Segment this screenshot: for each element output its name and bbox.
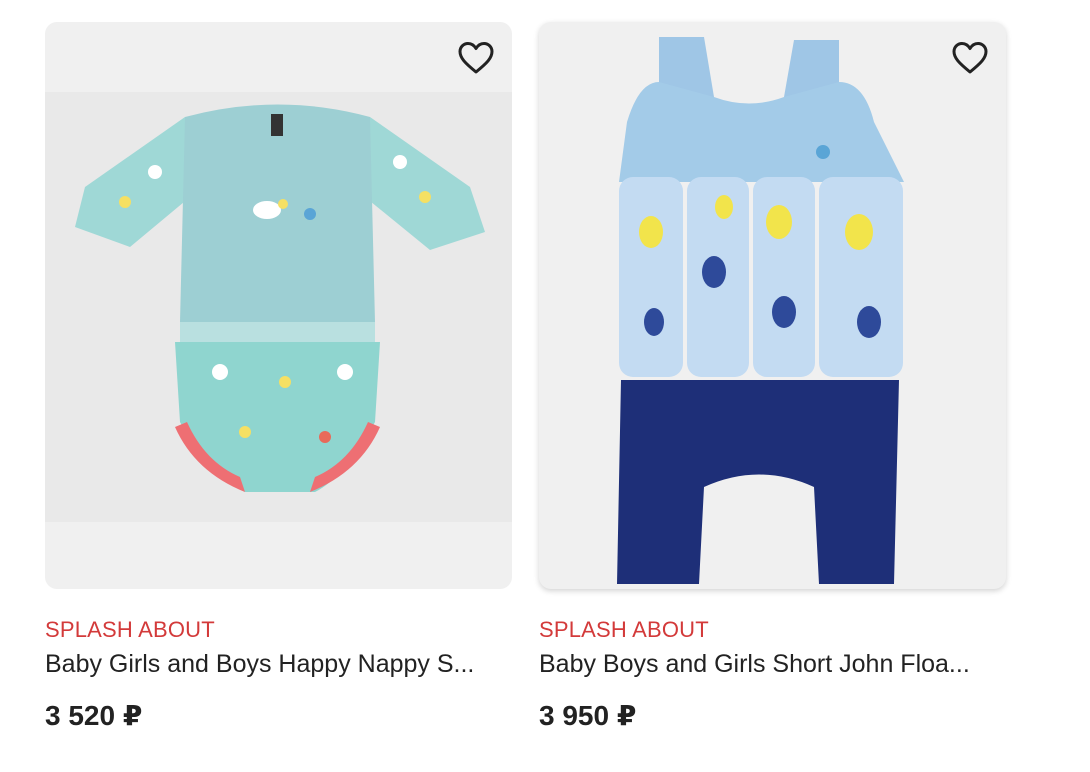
- float-suit-image: [617, 37, 904, 584]
- favorite-button[interactable]: [950, 38, 990, 78]
- swim-nappy-suit-image: [45, 92, 512, 522]
- product-image[interactable]: [539, 22, 1006, 589]
- product-grid: SPLASH ABOUT Baby Girls and Boys Happy N…: [0, 0, 1090, 772]
- product-title[interactable]: Baby Girls and Boys Happy Nappy S...: [45, 649, 507, 679]
- product-card[interactable]: SPLASH ABOUT Baby Girls and Boys Happy N…: [45, 22, 512, 733]
- product-price: 3 950 ₽: [539, 700, 637, 731]
- heart-outline-icon: [458, 42, 494, 74]
- product-card[interactable]: SPLASH ABOUT Baby Boys and Girls Short J…: [539, 22, 1006, 733]
- brand-name[interactable]: SPLASH ABOUT: [45, 617, 512, 643]
- product-price: 3 520 ₽: [45, 700, 143, 731]
- favorite-button[interactable]: [456, 38, 496, 78]
- brand-name[interactable]: SPLASH ABOUT: [539, 617, 1006, 643]
- product-title[interactable]: Baby Boys and Girls Short John Floa...: [539, 649, 1001, 679]
- product-image[interactable]: [45, 22, 512, 589]
- heart-outline-icon: [952, 42, 988, 74]
